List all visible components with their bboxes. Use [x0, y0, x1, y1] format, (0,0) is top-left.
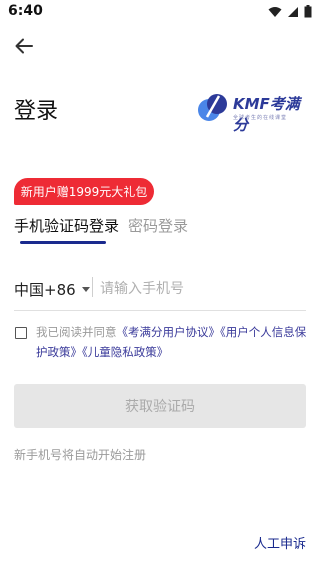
agreement-prefix: 我已阅读并同意: [36, 325, 117, 339]
field-underline: [14, 310, 306, 311]
promo-badge: 新用户赠1999元大礼包: [14, 178, 154, 205]
field-divider: [92, 277, 93, 297]
register-hint: 新手机号将自动开始注册: [14, 448, 147, 462]
logo-mark-icon: [198, 94, 227, 121]
caret-down-icon: [81, 287, 90, 292]
status-bar: 6:40: [0, 0, 320, 24]
get-code-button[interactable]: 获取验证码: [14, 384, 306, 428]
agreement-checkbox[interactable]: [15, 327, 27, 339]
page-title: 登录: [14, 99, 59, 124]
agreement-text: 我已阅读并同意《考满分用户协议》《用户个人信息保护政策》《儿童隐私政策》: [36, 322, 310, 362]
country-code-selector[interactable]: 中国+86: [14, 279, 90, 300]
manual-appeal-link[interactable]: 人工申诉: [254, 533, 306, 552]
back-button[interactable]: [12, 34, 36, 58]
phone-input[interactable]: [100, 276, 305, 302]
status-time: 6:40: [8, 3, 43, 19]
status-icons: [268, 5, 312, 18]
kmf-logo: KMF考满分 全球考生的在线课堂: [197, 90, 309, 134]
active-tab-indicator: [20, 241, 106, 244]
battery-icon: [304, 5, 312, 18]
arrow-left-icon: [15, 38, 33, 54]
country-code-label: 中国+86: [14, 281, 76, 299]
child-privacy-link[interactable]: 《儿童隐私政策》: [82, 345, 168, 359]
tab-phone-code-login[interactable]: 手机验证码登录: [14, 215, 119, 236]
logo-subtitle: 全球考生的在线课堂: [233, 115, 288, 121]
tab-password-login[interactable]: 密码登录: [128, 215, 188, 236]
wifi-icon: [268, 6, 282, 17]
signal-icon: [288, 6, 298, 17]
user-agreement-link[interactable]: 《考满分用户协议》: [117, 325, 221, 339]
